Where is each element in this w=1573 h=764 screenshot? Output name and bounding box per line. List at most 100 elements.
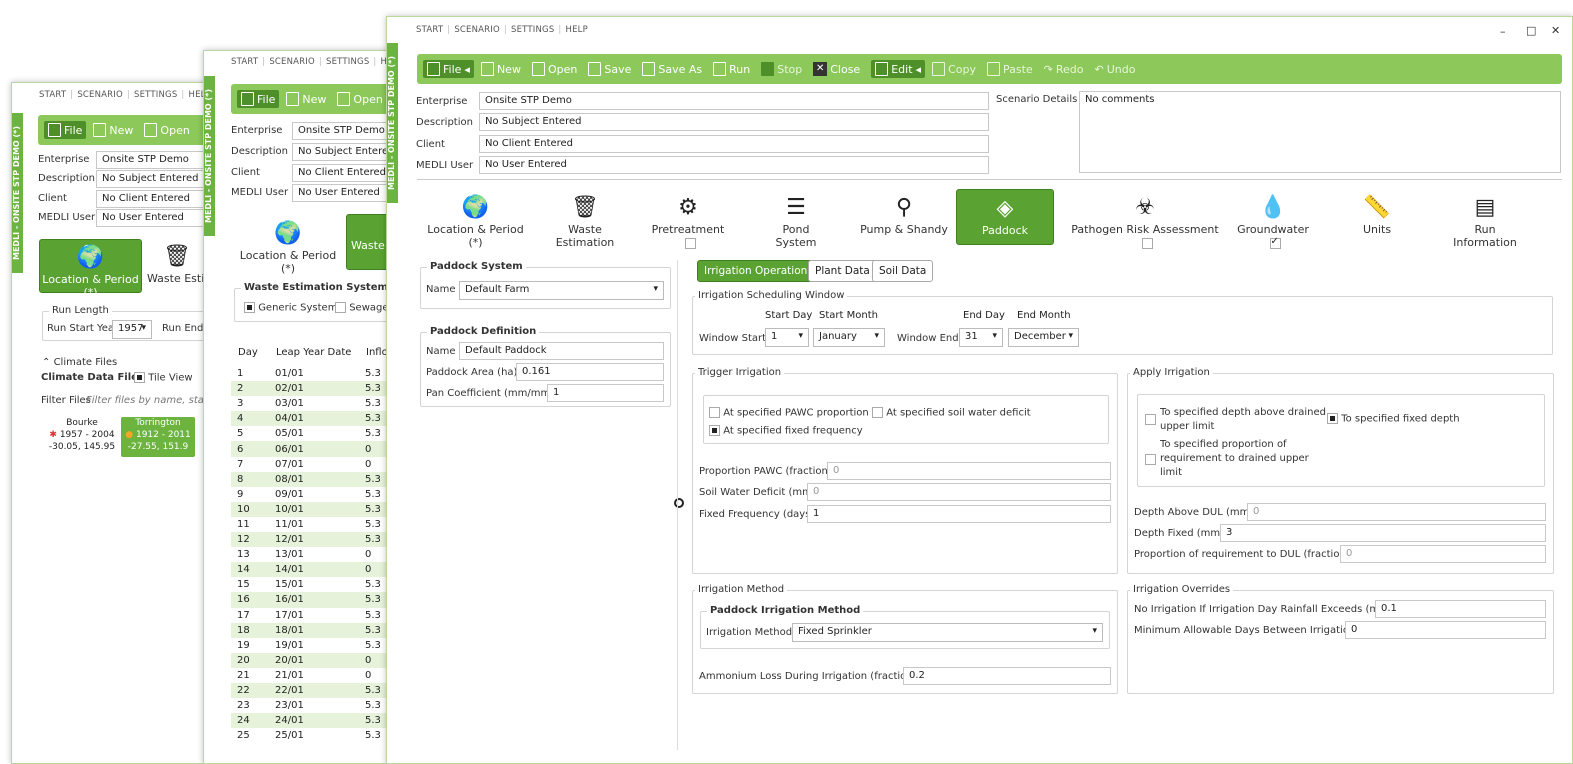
copy-button[interactable]: Copy xyxy=(928,60,980,78)
rainfall-exceeds-field[interactable]: 0.1 xyxy=(1375,600,1546,618)
nav-location-period[interactable]: 🌍 Location & Period (*) xyxy=(234,219,342,275)
save-button[interactable]: Save xyxy=(584,60,635,78)
nav-globe[interactable]: 🌍 Location & Period (*) xyxy=(423,193,528,249)
table-row[interactable]: 1 01/01 5.3 xyxy=(231,366,402,381)
open-button[interactable]: Open xyxy=(333,90,386,108)
generic-system-checkbox[interactable] xyxy=(244,302,255,313)
new-button[interactable]: New xyxy=(477,60,525,78)
paddock-area-field[interactable]: 0.161 xyxy=(516,363,664,381)
nav-location-period[interactable]: 🌍 Location & Period (*) xyxy=(39,239,142,299)
nav-settings[interactable]: SETTINGS xyxy=(326,57,369,67)
column-header-date[interactable]: Leap Year Date xyxy=(276,347,351,358)
apply-fixed-depth-checkbox[interactable] xyxy=(1327,413,1338,424)
run-button[interactable]: Run xyxy=(709,60,754,78)
window-end-month-select[interactable]: December xyxy=(1008,328,1079,347)
fixed-frequency-field[interactable]: 1 xyxy=(807,505,1111,523)
table-row[interactable]: 4 04/01 5.3 xyxy=(231,411,402,427)
trigger-frequency-option[interactable]: At specified fixed frequency xyxy=(709,425,863,437)
table-row[interactable]: 3 03/01 5.3 xyxy=(231,396,402,411)
close-button[interactable]: ✕ Close xyxy=(809,60,864,78)
window-start-month-select[interactable]: January xyxy=(813,328,885,347)
depth-above-dul-field[interactable]: 0 xyxy=(1247,503,1546,521)
close-window-button[interactable]: ✕ xyxy=(1551,24,1560,37)
nav-ruler[interactable]: 📏 Units xyxy=(1347,193,1407,243)
generic-system-option[interactable]: Generic System xyxy=(244,302,337,314)
maximize-button[interactable]: □ xyxy=(1526,24,1536,37)
file-button[interactable]: File ◂ xyxy=(423,60,474,78)
new-button[interactable]: New xyxy=(282,90,330,108)
splitter-handle[interactable] xyxy=(674,498,684,508)
nav-drop[interactable]: 💧 Groundwater xyxy=(1232,193,1314,249)
table-row[interactable]: 25 25/01 5.3 xyxy=(231,728,402,743)
redo-button[interactable]: ↷ Redo xyxy=(1040,61,1088,78)
nav-start[interactable]: START xyxy=(231,57,258,67)
tab-irrigation-operation[interactable]: Irrigation Operation xyxy=(697,260,815,282)
nav-scenario[interactable]: SCENARIO xyxy=(454,25,500,35)
pan-coefficient-field[interactable]: 1 xyxy=(547,384,664,402)
paddock-name-field[interactable]: Default Paddock xyxy=(459,342,664,360)
table-row[interactable]: 8 08/01 5.3 xyxy=(231,471,402,487)
apply-proportion-label[interactable]: To specified proportion of requirement to… xyxy=(1160,438,1309,480)
proportion-pawc-field[interactable]: 0 xyxy=(827,462,1111,480)
new-button[interactable]: New xyxy=(89,121,137,139)
climate-files-toggle[interactable]: ⌃ Climate Files xyxy=(42,357,117,368)
scenario-vertical-tab[interactable]: MEDLI - ONSITE STP DEMO (*) xyxy=(204,76,215,236)
table-row[interactable]: 6 06/01 0 xyxy=(231,441,402,457)
nav-settings[interactable]: SETTINGS xyxy=(134,90,177,100)
open-button[interactable]: Open xyxy=(528,60,581,78)
depth-fixed-field[interactable]: 3 xyxy=(1220,524,1546,542)
sewage-option[interactable]: Sewage xyxy=(335,302,389,314)
irrigation-method-select[interactable]: Fixed Sprinkler xyxy=(792,623,1103,642)
file-button[interactable]: File xyxy=(237,90,280,108)
scenario-vertical-tab[interactable]: MEDLI - ONSITE STP DEMO (*) xyxy=(387,43,398,203)
table-row[interactable]: 22 22/01 5.3 xyxy=(231,682,402,699)
trigger-frequency-checkbox[interactable] xyxy=(709,425,720,436)
nav-start[interactable]: START xyxy=(416,25,443,35)
scenario-details-field[interactable]: No comments xyxy=(1079,91,1561,173)
table-row[interactable]: 24 24/01 5.3 xyxy=(231,713,402,729)
tab-plant-data[interactable]: Plant Data xyxy=(808,260,877,282)
tile-view-checkbox[interactable] xyxy=(134,372,145,383)
enterprise-field[interactable]: Onsite STP Demo xyxy=(479,92,989,110)
trigger-pawc-option[interactable]: At specified PAWC proportion xyxy=(709,407,869,419)
column-header-inflow[interactable]: Inflo xyxy=(366,347,388,358)
open-button[interactable]: Open xyxy=(140,121,193,139)
table-row[interactable]: 17 17/01 5.3 xyxy=(231,608,402,623)
station-card-torrington[interactable]: Torrington ● 1912 - 2011 -27.55, 151.9 xyxy=(121,417,195,457)
window-start-day-select[interactable]: 1 xyxy=(765,328,809,347)
tab-soil-data[interactable]: Soil Data xyxy=(872,260,934,282)
nav-scenario[interactable]: SCENARIO xyxy=(77,90,123,100)
table-row[interactable]: 20 20/01 0 xyxy=(231,652,402,668)
column-header-day[interactable]: Day xyxy=(238,347,258,358)
apply-depth-dul-checkbox[interactable] xyxy=(1145,414,1156,425)
trigger-pawc-checkbox[interactable] xyxy=(709,407,720,418)
table-row[interactable]: 15 15/01 5.3 xyxy=(231,577,402,592)
apply-proportion-checkbox[interactable] xyxy=(1145,454,1156,465)
table-row[interactable]: 16 16/01 5.3 xyxy=(231,592,402,608)
nav-enable-checkbox[interactable] xyxy=(1269,236,1281,249)
table-row[interactable]: 7 07/01 0 xyxy=(231,457,402,472)
undo-button[interactable]: ↶ Undo xyxy=(1091,61,1140,78)
paste-button[interactable]: Paste xyxy=(983,60,1037,78)
table-row[interactable]: 18 18/01 5.3 xyxy=(231,622,402,638)
table-row[interactable]: 19 19/01 5.3 xyxy=(231,638,402,653)
tile-view-option[interactable]: Tile View xyxy=(134,372,193,384)
minimize-button[interactable]: – xyxy=(1500,25,1506,38)
nav-settings[interactable]: SETTINGS xyxy=(511,25,554,35)
file-button[interactable]: File xyxy=(44,121,87,139)
station-card-bourke[interactable]: Bourke ✱ 1957 - 2004 -30.05, 145.95 xyxy=(46,417,118,457)
table-row[interactable]: 5 05/01 5.3 xyxy=(231,426,402,441)
nav-pretreatment[interactable]: ⚙ Pretreatment xyxy=(647,193,729,249)
table-row[interactable]: 12 12/01 5.3 xyxy=(231,532,402,548)
table-row[interactable]: 11 11/01 5.3 xyxy=(231,517,402,532)
window-end-day-select[interactable]: 31 xyxy=(959,328,1003,347)
nav-pump[interactable]: ⚲ Pump & Shandy xyxy=(859,193,949,243)
nav-biohazard[interactable]: ☣ Pathogen Risk Assessment xyxy=(1065,193,1225,249)
nav-help[interactable]: HELP xyxy=(566,25,588,35)
client-field[interactable]: No Client Entered xyxy=(479,135,989,153)
ammonium-loss-field[interactable]: 0.2 xyxy=(903,667,1111,685)
table-row[interactable]: 23 23/01 5.3 xyxy=(231,698,402,713)
table-row[interactable]: 2 02/01 5.3 xyxy=(231,381,402,397)
table-row[interactable]: 21 21/01 0 xyxy=(231,668,402,683)
proportion-requirement-field[interactable]: 0 xyxy=(1340,545,1546,563)
